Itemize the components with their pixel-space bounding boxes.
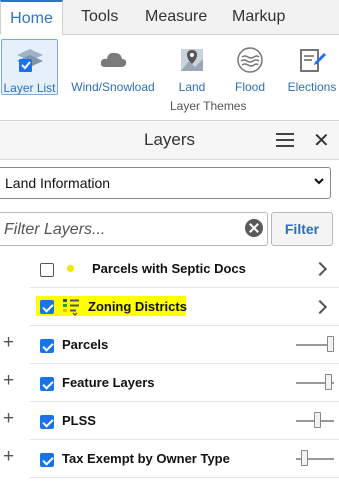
filter-button[interactable]: Filter xyxy=(271,212,333,246)
wind-snowload-label: Wind/Snowload xyxy=(71,80,155,94)
layer-checkbox[interactable] xyxy=(40,377,54,391)
layer-checkbox[interactable] xyxy=(40,300,54,314)
expand-plus-icon[interactable]: + xyxy=(3,408,14,430)
elections-button[interactable]: Elections xyxy=(285,39,339,95)
opacity-slider[interactable] xyxy=(296,336,334,354)
layer-name: Feature Layers xyxy=(62,375,155,390)
layer-row-parcels: + Parcels xyxy=(0,326,339,364)
expand-plus-icon[interactable]: + xyxy=(3,332,14,354)
layer-list-icon xyxy=(16,49,43,72)
ribbon-group-label: Layer Themes xyxy=(170,99,247,113)
filter-layers-input[interactable]: Filter Layers... xyxy=(0,212,268,246)
tab-home[interactable]: Home xyxy=(0,0,63,35)
layer-row-plss: + PLSS xyxy=(0,402,339,440)
opacity-slider[interactable] xyxy=(296,374,334,392)
chevron-right-icon[interactable] xyxy=(312,261,328,277)
chevron-down-icon xyxy=(314,178,324,185)
flood-label: Flood xyxy=(234,80,266,94)
layer-checkbox[interactable] xyxy=(40,453,54,467)
layer-name: Tax Exempt by Owner Type xyxy=(62,451,230,466)
layer-theme-select-value: Land Information xyxy=(5,175,111,191)
close-icon[interactable]: ✕ xyxy=(313,128,330,153)
chevron-right-icon[interactable] xyxy=(312,299,328,315)
expand-plus-icon[interactable]: + xyxy=(3,370,14,392)
layer-row-feature-layers: + Feature Layers xyxy=(0,364,339,402)
tab-tools[interactable]: Tools xyxy=(81,0,118,34)
ribbon: Layer List Wind/Snowload Land Flood Elec… xyxy=(0,35,339,121)
layer-theme-select[interactable]: Land Information xyxy=(0,167,331,199)
tab-markup[interactable]: Markup xyxy=(232,0,285,34)
land-label: Land xyxy=(178,80,206,94)
legend-list-icon xyxy=(63,299,79,316)
expand-plus-icon[interactable]: + xyxy=(3,446,14,468)
map-pin-icon xyxy=(181,49,203,71)
yellow-dot-icon xyxy=(66,264,75,273)
layer-list-label: Layer List xyxy=(3,81,56,95)
ballot-icon xyxy=(300,49,326,72)
layer-checkbox[interactable] xyxy=(40,339,54,353)
layer-name: Parcels with Septic Docs xyxy=(92,261,246,276)
land-button[interactable]: Land xyxy=(170,39,214,95)
opacity-slider[interactable] xyxy=(296,450,334,468)
tab-measure[interactable]: Measure xyxy=(145,0,207,34)
cloud-icon xyxy=(100,52,127,67)
layer-name: Parcels xyxy=(62,337,109,352)
layer-row-tax-exempt: + Tax Exempt by Owner Type xyxy=(0,440,339,478)
tab-bar: Home Tools Measure Markup xyxy=(0,0,339,35)
layer-list-button[interactable]: Layer List xyxy=(1,39,58,95)
layer-row-zoning: Zoning Districts xyxy=(0,288,339,326)
hamburger-menu-icon[interactable] xyxy=(276,133,294,147)
layer-row-parcels-septic: Parcels with Septic Docs xyxy=(0,250,339,288)
layer-name: PLSS xyxy=(62,413,96,428)
clear-filter-icon[interactable] xyxy=(245,219,263,237)
elections-label: Elections xyxy=(287,80,337,94)
flood-icon xyxy=(237,47,263,73)
layer-checkbox[interactable] xyxy=(40,263,54,277)
flood-button[interactable]: Flood xyxy=(228,39,272,95)
layer-name: Zoning Districts xyxy=(88,299,187,314)
filter-placeholder: Filter Layers... xyxy=(4,221,106,238)
opacity-slider[interactable] xyxy=(296,412,334,430)
layer-checkbox[interactable] xyxy=(40,415,54,429)
layers-panel-header: Layers ✕ xyxy=(0,121,339,160)
wind-snowload-button[interactable]: Wind/Snowload xyxy=(70,39,156,95)
